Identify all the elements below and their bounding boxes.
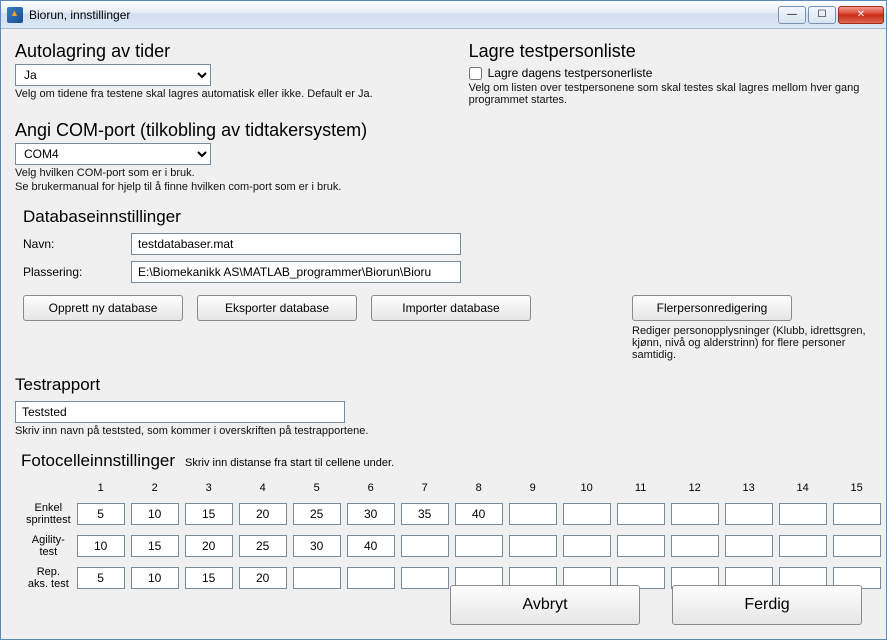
import-db-button[interactable]: Importer database xyxy=(371,295,531,321)
window-buttons: — ☐ ✕ xyxy=(778,6,884,24)
db-name-input[interactable] xyxy=(131,233,461,255)
photocell-col-header: 12 xyxy=(670,481,720,495)
photocell-input[interactable] xyxy=(833,535,881,557)
photocells-sub: Skriv inn distanse fra start til cellene… xyxy=(185,457,394,469)
photocell-input[interactable] xyxy=(455,535,503,557)
multiperson-button[interactable]: Flerpersonredigering xyxy=(632,295,792,321)
window-title: Biorun, innstillinger xyxy=(29,8,778,22)
photocell-input[interactable] xyxy=(293,567,341,589)
titlebar[interactable]: Biorun, innstillinger — ☐ ✕ xyxy=(1,1,886,29)
photocell-input[interactable] xyxy=(455,503,503,525)
photocell-input[interactable] xyxy=(293,503,341,525)
photocell-col-header: 14 xyxy=(778,481,828,495)
photocell-input[interactable] xyxy=(347,535,395,557)
db-path-input[interactable] xyxy=(131,261,461,283)
photocell-input[interactable] xyxy=(563,503,611,525)
photocell-col-header: 6 xyxy=(346,481,396,495)
content-area: Autolagring av tider Ja Velg om tidene f… xyxy=(1,29,886,639)
multiperson-help: Rediger personopplysninger (Klubb, idret… xyxy=(632,325,872,361)
testreport-input[interactable] xyxy=(15,401,345,423)
photocell-input[interactable] xyxy=(239,535,287,557)
photocell-col-header: 10 xyxy=(562,481,612,495)
photocell-input[interactable] xyxy=(131,535,179,557)
database-heading: Databaseinnstillinger xyxy=(23,207,872,227)
photocell-input[interactable] xyxy=(401,503,449,525)
photocell-input[interactable] xyxy=(185,567,233,589)
minimize-button[interactable]: — xyxy=(778,6,806,24)
photocell-input[interactable] xyxy=(833,503,881,525)
photocell-input[interactable] xyxy=(77,567,125,589)
photocells-heading: Fotocelleinnstillinger xyxy=(21,451,175,471)
autosave-help: Velg om tidene fra testene skal lagres a… xyxy=(15,88,461,100)
photocell-input[interactable] xyxy=(779,503,827,525)
photocell-input[interactable] xyxy=(725,503,773,525)
app-window: Biorun, innstillinger — ☐ ✕ Autolagring … xyxy=(0,0,887,640)
photocell-input[interactable] xyxy=(509,503,557,525)
photocell-row-label: Rep. aks. test xyxy=(25,565,72,591)
photocell-col-header: 5 xyxy=(292,481,342,495)
photocell-input[interactable] xyxy=(239,503,287,525)
photocell-input[interactable] xyxy=(131,503,179,525)
photocell-input[interactable] xyxy=(77,503,125,525)
photocell-col-header: 7 xyxy=(400,481,450,495)
photocell-col-header: 11 xyxy=(616,481,666,495)
photocell-input[interactable] xyxy=(239,567,287,589)
comport-help2: Se brukermanual for hjelp til å finne hv… xyxy=(15,181,872,193)
photocell-input[interactable] xyxy=(671,535,719,557)
savelist-heading: Lagre testpersonliste xyxy=(469,41,872,62)
photocell-col-header: 15 xyxy=(832,481,882,495)
savelist-checkbox[interactable] xyxy=(469,67,482,80)
close-button[interactable]: ✕ xyxy=(838,6,884,24)
photocell-col-header: 4 xyxy=(238,481,288,495)
photocell-input[interactable] xyxy=(401,535,449,557)
ok-button[interactable]: Ferdig xyxy=(672,585,862,625)
savelist-checkbox-label: Lagre dagens testpersonerliste xyxy=(488,66,653,80)
comport-select[interactable]: COM4 xyxy=(15,143,211,165)
photocell-input[interactable] xyxy=(671,503,719,525)
cancel-button[interactable]: Avbryt xyxy=(450,585,640,625)
app-icon xyxy=(7,7,23,23)
photocell-input[interactable] xyxy=(131,567,179,589)
photocell-input[interactable] xyxy=(563,535,611,557)
savelist-help: Velg om listen over testpersonene som sk… xyxy=(469,82,872,106)
photocell-input[interactable] xyxy=(185,535,233,557)
photocell-input[interactable] xyxy=(185,503,233,525)
photocells-table: 123456789101112131415 Enkel sprinttestAg… xyxy=(21,475,886,597)
photocell-input[interactable] xyxy=(77,535,125,557)
photocell-input[interactable] xyxy=(779,535,827,557)
photocell-col-header: 2 xyxy=(130,481,180,495)
comport-heading: Angi COM-port (tilkobling av tidtakersys… xyxy=(15,120,872,141)
create-db-button[interactable]: Opprett ny database xyxy=(23,295,183,321)
photocell-row-label: Agility-test xyxy=(25,533,72,559)
photocell-col-header: 8 xyxy=(454,481,504,495)
photocell-input[interactable] xyxy=(617,535,665,557)
photocell-col-header: 9 xyxy=(508,481,558,495)
photocell-col-header: 13 xyxy=(724,481,774,495)
savelist-checkbox-row[interactable]: Lagre dagens testpersonerliste xyxy=(469,66,872,80)
photocell-input[interactable] xyxy=(347,503,395,525)
photocell-row-label: Enkel sprinttest xyxy=(25,501,72,527)
export-db-button[interactable]: Eksporter database xyxy=(197,295,357,321)
photocell-input[interactable] xyxy=(509,535,557,557)
autosave-heading: Autolagring av tider xyxy=(15,41,461,62)
photocell-col-header: 3 xyxy=(184,481,234,495)
maximize-button[interactable]: ☐ xyxy=(808,6,836,24)
autosave-select[interactable]: Ja xyxy=(15,64,211,86)
photocell-col-header: 1 xyxy=(76,481,126,495)
db-path-label: Plassering: xyxy=(23,265,131,279)
testreport-help: Skriv inn navn på teststed, som kommer i… xyxy=(15,425,872,437)
photocell-input[interactable] xyxy=(617,503,665,525)
photocell-input[interactable] xyxy=(401,567,449,589)
photocell-input[interactable] xyxy=(725,535,773,557)
photocell-input[interactable] xyxy=(293,535,341,557)
photocell-input[interactable] xyxy=(347,567,395,589)
comport-help1: Velg hvilken COM-port som er i bruk. xyxy=(15,167,872,179)
db-name-label: Navn: xyxy=(23,237,131,251)
testreport-heading: Testrapport xyxy=(15,375,872,395)
